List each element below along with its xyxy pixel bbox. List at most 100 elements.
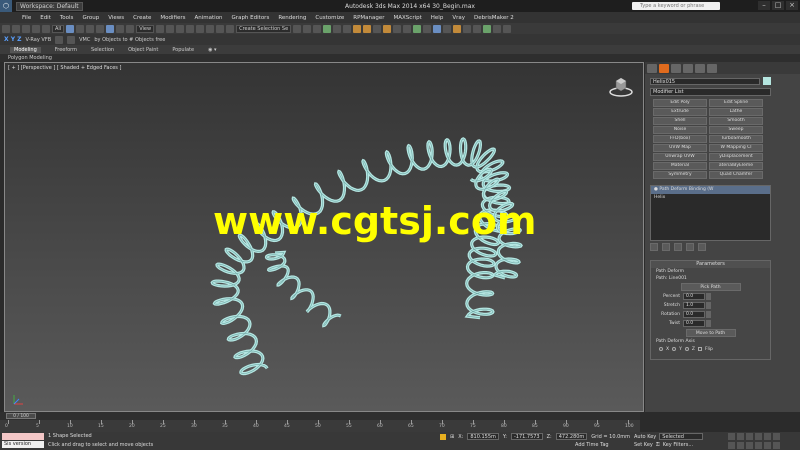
menu-modifiers[interactable]: Modifiers	[160, 15, 185, 21]
workspace-dropdown[interactable]: Workspace: Default	[16, 1, 83, 11]
spinner-arrows-icon[interactable]	[706, 302, 711, 309]
time-slider-thumb[interactable]: 0 / 100	[6, 413, 36, 419]
curve-editor-icon[interactable]	[333, 24, 342, 33]
modifier-button[interactable]: Noise	[653, 126, 707, 134]
time-slider[interactable]: 0 / 100	[0, 412, 640, 420]
time-config-icon[interactable]	[737, 442, 744, 449]
modifier-button[interactable]: yDisplacement	[709, 153, 763, 161]
menu-animation[interactable]: Animation	[195, 15, 223, 21]
plugin-icon-7[interactable]	[453, 24, 462, 33]
add-time-tag[interactable]: Add Time Tag	[575, 442, 609, 448]
modifier-button[interactable]: TurboSmooth	[709, 135, 763, 143]
key-mode-icon[interactable]	[728, 442, 735, 449]
modifier-button[interactable]: Shell	[653, 117, 707, 125]
set-key-button[interactable]: Set Key	[634, 442, 653, 448]
tab-modeling[interactable]: Modeling	[10, 46, 41, 53]
pin-stack-icon[interactable]	[650, 243, 658, 251]
select-rotate-icon[interactable]	[116, 24, 125, 33]
tab-selection[interactable]: Selection	[91, 47, 114, 53]
spinner-arrows-icon[interactable]	[706, 293, 711, 300]
menu-debrismaker[interactable]: DebrisMaker 2	[474, 15, 514, 21]
spinner-arrows-icon[interactable]	[706, 311, 711, 318]
menu-group[interactable]: Group	[82, 15, 99, 21]
plugin-icon-12[interactable]	[503, 24, 512, 33]
window-crossing-icon[interactable]	[96, 24, 105, 33]
graphite-toggle-icon[interactable]	[323, 24, 332, 33]
create-tab-icon[interactable]	[647, 64, 657, 73]
spinner-snap-icon[interactable]	[216, 24, 225, 33]
layer-manager-icon[interactable]	[313, 24, 322, 33]
maximize-icon[interactable]: □	[772, 1, 784, 10]
percent-spinner[interactable]: 0.0	[683, 293, 705, 300]
prev-frame-icon[interactable]	[737, 433, 744, 440]
configure-sets-icon[interactable]	[698, 243, 706, 251]
plugin-icon-9[interactable]	[473, 24, 482, 33]
menu-vray[interactable]: Vray	[452, 15, 465, 21]
named-selection-dropdown[interactable]: Create Selection Se	[236, 24, 292, 33]
search-input[interactable]: Type a keyword or phrase	[632, 2, 720, 10]
minimize-icon[interactable]: –	[758, 1, 770, 10]
keyboard-shortcut-icon[interactable]	[176, 24, 185, 33]
maxscript-listener-input[interactable]	[2, 433, 44, 440]
zoom-icon[interactable]	[746, 442, 753, 449]
show-end-result-icon[interactable]	[662, 243, 670, 251]
menu-help[interactable]: Help	[431, 15, 444, 21]
render-setup-icon[interactable]	[363, 24, 372, 33]
bind-spacewarp-icon[interactable]	[42, 24, 50, 33]
tab-freeform[interactable]: Freeform	[55, 47, 77, 53]
modifier-button[interactable]: Quad Chamfer	[709, 171, 763, 179]
y-coordinate-field[interactable]: -171.7573	[510, 433, 543, 440]
play-icon[interactable]	[746, 433, 753, 440]
modifier-stack[interactable]: ● Path Deform Binding (W Helix	[650, 185, 771, 241]
vray-vfb-button[interactable]: V-Ray VFB	[26, 37, 52, 43]
vray-icon[interactable]	[55, 35, 64, 44]
material-editor-icon[interactable]	[353, 24, 362, 33]
plugin-icon-8[interactable]	[463, 24, 472, 33]
object-name-field[interactable]: Helix015	[650, 78, 760, 85]
selection-region-icon[interactable]	[86, 24, 95, 33]
stack-item-path-deform[interactable]: ● Path Deform Binding (W	[651, 186, 770, 194]
edit-named-sel-icon[interactable]	[226, 24, 235, 33]
reference-coord-dropdown[interactable]: View	[136, 24, 155, 33]
modifier-button[interactable]: Edit Spline	[709, 99, 763, 107]
menu-edit[interactable]: Edit	[40, 15, 51, 21]
goto-start-icon[interactable]	[728, 433, 735, 440]
menu-customize[interactable]: Customize	[315, 15, 344, 21]
plugin-icon-6[interactable]	[443, 24, 452, 33]
menu-views[interactable]: Views	[108, 15, 124, 21]
menu-graph-editors[interactable]: Graph Editors	[232, 15, 270, 21]
parameters-header[interactable]: Parameters	[651, 261, 770, 268]
motion-tab-icon[interactable]	[683, 64, 693, 73]
plugin-icon-4[interactable]	[423, 24, 432, 33]
percent-snap-icon[interactable]	[206, 24, 215, 33]
redo-icon[interactable]	[12, 24, 20, 33]
render-icon[interactable]	[383, 24, 392, 33]
angle-snap-icon[interactable]	[196, 24, 205, 33]
modifier-button[interactable]: W Mapping Cl	[709, 144, 763, 152]
close-icon[interactable]: ×	[786, 1, 798, 10]
select-object-icon[interactable]	[66, 24, 75, 33]
track-bar[interactable]: 0 5 10 15 20 25 30 35 40 45 50 55 60 65 70 75 80 85 90 95 10…	[0, 420, 640, 432]
auto-key-button[interactable]: Auto Key	[634, 434, 656, 440]
selection-filter-dropdown[interactable]: All	[52, 24, 65, 33]
menu-tools[interactable]: Tools	[60, 15, 74, 21]
axis-constraints[interactable]: X Y Z	[4, 36, 22, 43]
rendered-frame-icon[interactable]	[373, 24, 382, 33]
schematic-view-icon[interactable]	[343, 24, 352, 33]
pick-path-button[interactable]: Pick Path	[680, 283, 741, 291]
selection-lock-icon[interactable]	[440, 433, 446, 440]
spinner-arrows-icon[interactable]	[706, 320, 711, 327]
key-icon[interactable]: ⚿	[656, 442, 660, 448]
perspective-viewport[interactable]: [ + ] [Perspective ] [ Shaded + Edged Fa…	[4, 62, 644, 412]
menu-rendering[interactable]: Rendering	[278, 15, 306, 21]
modifier-button[interactable]: Material	[653, 162, 707, 170]
stack-item-helix[interactable]: Helix	[651, 194, 770, 202]
rotation-spinner[interactable]: 0.0	[683, 311, 705, 318]
absolute-mode-icon[interactable]: ⊞	[450, 434, 454, 440]
plugin-icon-3[interactable]	[413, 24, 422, 33]
utilities-tab-icon[interactable]	[707, 64, 717, 73]
plugin-icon-11[interactable]	[493, 24, 502, 33]
tab-object-paint[interactable]: Object Paint	[128, 47, 158, 53]
maximize-viewport-icon[interactable]	[773, 442, 780, 449]
snap-toggle-icon[interactable]	[186, 24, 195, 33]
